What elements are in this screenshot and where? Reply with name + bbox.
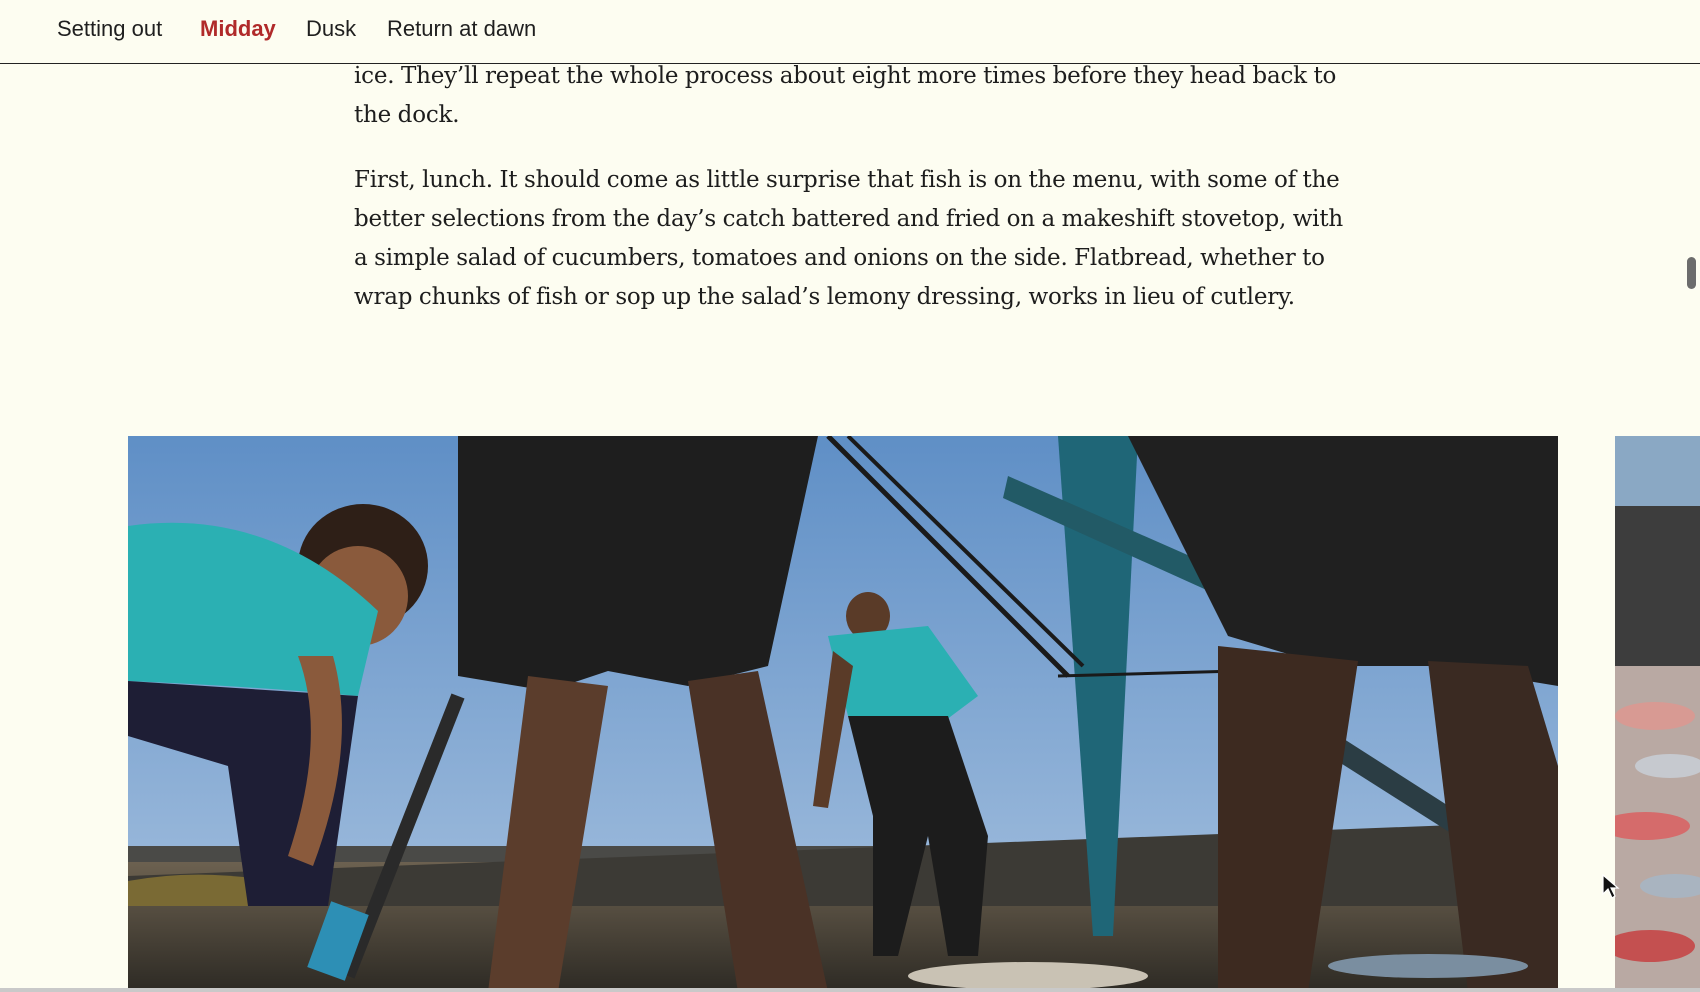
window-bottom-edge — [0, 988, 1700, 992]
fish-catch-illustration — [1615, 436, 1700, 992]
nav-item-midday[interactable]: Midday — [200, 16, 276, 42]
fishermen-photo — [128, 436, 1558, 992]
nav-item-dusk[interactable]: Dusk — [306, 16, 356, 42]
nav-item-setting-out[interactable]: Setting out — [57, 16, 162, 42]
scrollbar-thumb[interactable] — [1687, 257, 1696, 289]
fishermen-photo-illustration — [128, 436, 1558, 992]
article-paragraph: First, lunch. It should come as little s… — [354, 167, 1343, 310]
next-photo-preview[interactable] — [1615, 436, 1700, 992]
article-paragraph: ice. They’ll repeat the whole process ab… — [354, 63, 1337, 128]
mouse-cursor-icon — [1602, 874, 1620, 899]
section-nav: Setting out Midday Dusk Return at dawn — [0, 0, 1700, 64]
nav-item-return-at-dawn[interactable]: Return at dawn — [387, 16, 536, 42]
